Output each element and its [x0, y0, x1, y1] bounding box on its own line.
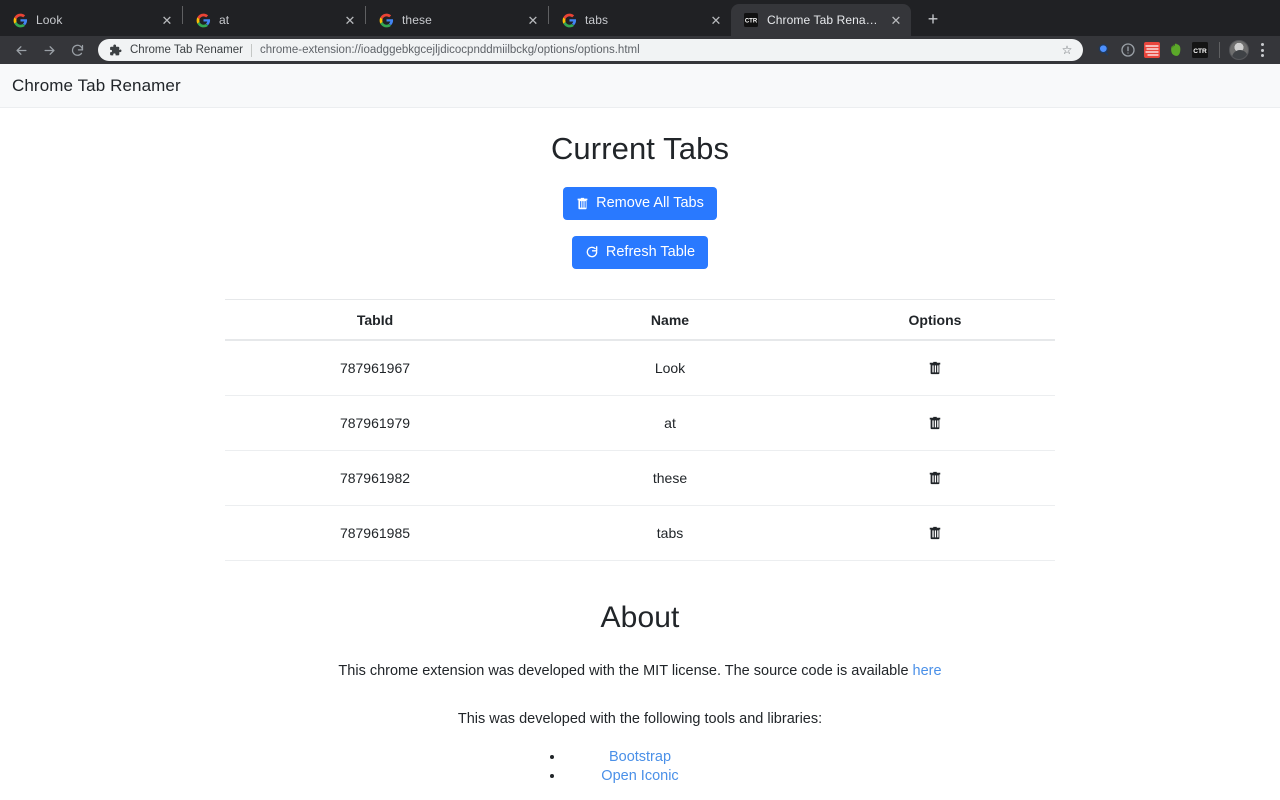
ctr-extension-icon[interactable]: CTR	[1189, 39, 1211, 61]
table-row: 787961967 Look	[225, 339, 1055, 396]
tabs-table: TabId Name Options 787961967 Look 787961…	[225, 298, 1055, 561]
column-header-tabid: TabId	[225, 298, 525, 341]
tab-title: these	[402, 13, 432, 27]
tab-close-icon[interactable]: ✕	[887, 11, 905, 29]
omnibox-url-text: chrome-extension://ioadggebkgcejljdicocp…	[259, 44, 640, 56]
delete-row-icon[interactable]	[925, 523, 945, 543]
google-icon	[378, 12, 394, 28]
tab-title: tabs	[585, 13, 609, 27]
remove-all-tabs-label: Remove All Tabs	[596, 195, 704, 212]
browser-tab[interactable]: tabs ✕	[549, 4, 731, 36]
toolbar-separator	[1219, 42, 1220, 58]
refresh-row: Refresh Table	[0, 236, 1280, 269]
cell-options	[815, 505, 1055, 561]
about-tools-intro: This was developed with the following to…	[457, 710, 823, 727]
tab-close-icon[interactable]: ✕	[158, 11, 176, 29]
cell-name: Look	[525, 339, 815, 396]
puzzle-piece-icon	[108, 43, 122, 57]
browser-tab[interactable]: Look ✕	[0, 4, 182, 36]
cell-options	[815, 395, 1055, 451]
app-brand: Chrome Tab Renamer	[12, 75, 181, 95]
tab-title: Chrome Tab Renamer Options	[767, 13, 883, 27]
remove-all-tabs-button[interactable]: Remove All Tabs	[563, 187, 717, 221]
tab-close-icon[interactable]: ✕	[707, 11, 725, 29]
back-arrow-icon[interactable]	[8, 37, 34, 63]
avatar[interactable]	[1228, 39, 1250, 61]
cell-tabid: 787961967	[225, 339, 525, 396]
table-header-row: TabId Name Options	[225, 298, 1055, 341]
svg-text:CTR: CTR	[1193, 48, 1207, 55]
table-body: 787961967 Look 787961979 at 787961982 th…	[225, 339, 1055, 561]
refresh-table-label: Refresh Table	[605, 244, 696, 261]
evernote-elephant-icon[interactable]	[1165, 39, 1187, 61]
about-license-paragraph: This chrome extension was developed with…	[0, 661, 1280, 683]
column-header-options: Options	[815, 298, 1055, 341]
browser-tab-active[interactable]: CTR Chrome Tab Renamer Options ✕	[731, 4, 911, 36]
new-tab-button[interactable]: +	[919, 5, 947, 33]
table-head: TabId Name Options	[225, 298, 1055, 341]
trash-icon	[576, 197, 589, 210]
cell-name: these	[525, 450, 815, 506]
kebab-menu-icon[interactable]	[1252, 43, 1272, 57]
bookmark-star-icon[interactable]: ☆	[1059, 43, 1075, 57]
forward-arrow-icon[interactable]	[36, 37, 62, 63]
tab-title: Look	[36, 13, 63, 27]
google-icon	[195, 12, 211, 28]
tab-strip: Look ✕ at ✕ these ✕ tabs ✕ CTR Chrome Ta…	[0, 0, 1280, 36]
main-content: Current Tabs Remove All Tabs Refresh Tab…	[0, 108, 1280, 800]
omnibox-extension-name: Chrome Tab Renamer	[130, 44, 243, 56]
google-icon	[12, 12, 28, 28]
reload-icon	[585, 245, 599, 259]
list-item: Bootstrap	[565, 748, 715, 767]
remove-all-row: Remove All Tabs	[0, 187, 1280, 221]
tab-close-icon[interactable]: ✕	[341, 11, 359, 29]
page-content: Chrome Tab Renamer Current Tabs Remove A…	[0, 64, 1280, 800]
delete-row-icon[interactable]	[925, 358, 945, 378]
browser-tab[interactable]: at ✕	[183, 4, 365, 36]
table-row: 787961979 at	[225, 395, 1055, 451]
cell-name: tabs	[525, 505, 815, 561]
open-iconic-link[interactable]: Open Iconic	[601, 768, 678, 784]
cell-tabid: 787961982	[225, 450, 525, 506]
delete-row-icon[interactable]	[925, 413, 945, 433]
about-title: About	[600, 600, 680, 634]
bootstrap-link[interactable]: Bootstrap	[609, 749, 671, 765]
delete-row-icon[interactable]	[925, 468, 945, 488]
browser-toolbar: Chrome Tab Renamer chrome-extension://io…	[0, 36, 1280, 64]
list-item: Open Iconic	[565, 767, 715, 786]
browser-tab[interactable]: these ✕	[366, 4, 548, 36]
ctr-icon: CTR	[743, 12, 759, 28]
cell-name: at	[525, 395, 815, 451]
tab-close-icon[interactable]: ✕	[524, 11, 542, 29]
refresh-table-button[interactable]: Refresh Table	[571, 236, 709, 269]
tab-title: at	[219, 13, 230, 27]
page-title: Current Tabs	[550, 131, 730, 166]
omnibox-divider	[250, 43, 252, 57]
cell-options	[815, 339, 1055, 396]
tools-list: Bootstrap Open Iconic	[565, 748, 715, 785]
google-icon	[561, 12, 577, 28]
table-row: 787961982 these	[225, 450, 1055, 506]
address-bar[interactable]: Chrome Tab Renamer chrome-extension://io…	[98, 39, 1083, 61]
table-row: 787961985 tabs	[225, 505, 1055, 561]
info-circle-icon[interactable]	[1117, 39, 1139, 61]
search-extension-icon[interactable]	[1093, 39, 1115, 61]
cell-tabid: 787961979	[225, 395, 525, 451]
red-stripes-extension-icon[interactable]	[1141, 39, 1163, 61]
about-license-text: This chrome extension was developed with…	[338, 662, 913, 679]
extension-icons: CTR	[1089, 39, 1272, 61]
cell-options	[815, 450, 1055, 506]
browser-chrome: Look ✕ at ✕ these ✕ tabs ✕ CTR Chrome Ta…	[0, 0, 1280, 64]
svg-text:CTR: CTR	[745, 19, 758, 25]
reload-icon[interactable]	[64, 37, 90, 63]
app-navbar: Chrome Tab Renamer	[0, 64, 1280, 108]
source-code-link[interactable]: here	[913, 663, 942, 679]
cell-tabid: 787961985	[225, 505, 525, 561]
column-header-name: Name	[525, 298, 815, 341]
